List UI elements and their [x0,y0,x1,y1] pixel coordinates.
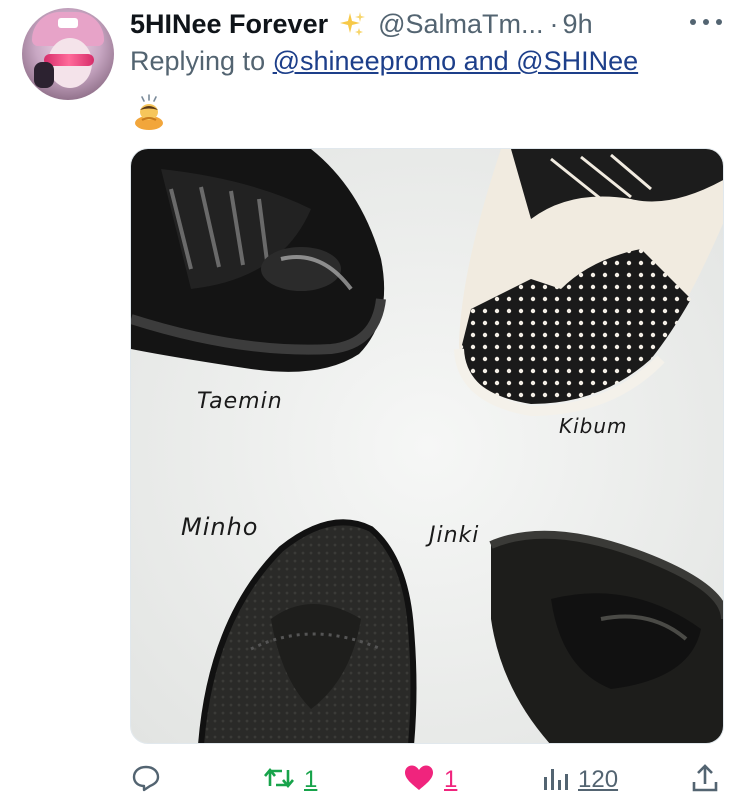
display-name[interactable]: 5HINee Forever [130,9,328,40]
person-bowing-emoji [130,92,168,130]
separator-dot: · [549,8,559,39]
more-options-icon[interactable] [690,8,722,36]
more-dot [716,19,722,25]
tweet-image[interactable]: Taemin Kibum Minho Jinki [130,148,724,744]
views-count: 120 [578,766,619,793]
tweet-actions: 1 1 120 [130,760,730,800]
avatar[interactable] [22,8,114,100]
replying-to-prefix: Replying to [130,46,266,76]
label-minho: Minho [181,513,259,541]
avatar-hand [34,62,54,88]
like-button[interactable]: 1 [402,760,457,800]
label-kibum: Kibum [559,414,628,438]
views-button[interactable]: 120 [540,760,618,800]
reply-button[interactable] [130,760,162,800]
reply-icon [130,762,162,799]
like-count: 1 [444,766,458,793]
share-icon [690,762,720,799]
sparkles-icon [338,10,366,38]
retweet-button[interactable]: 1 [262,760,317,800]
tweet-header: 5HINee Forever @SalmaTm... · 9h [130,6,593,42]
share-button[interactable] [690,760,720,800]
tweet: 5HINee Forever @SalmaTm... · 9h Replying… [0,0,750,811]
label-jinki: Jinki [429,523,480,548]
retweet-icon [262,762,296,799]
replying-to: Replying to @shineepromo and @SHINee [130,46,638,77]
more-dot [703,19,709,25]
retweet-count: 1 [304,766,318,793]
views-icon [540,763,570,798]
user-handle[interactable]: @SalmaTm... [378,9,543,40]
more-dot [690,19,696,25]
label-taemin: Taemin [197,389,283,414]
timestamp[interactable]: 9h [563,9,593,40]
replying-to-users-link[interactable]: @shineepromo and @SHINee [273,46,639,76]
heart-icon [402,762,436,799]
